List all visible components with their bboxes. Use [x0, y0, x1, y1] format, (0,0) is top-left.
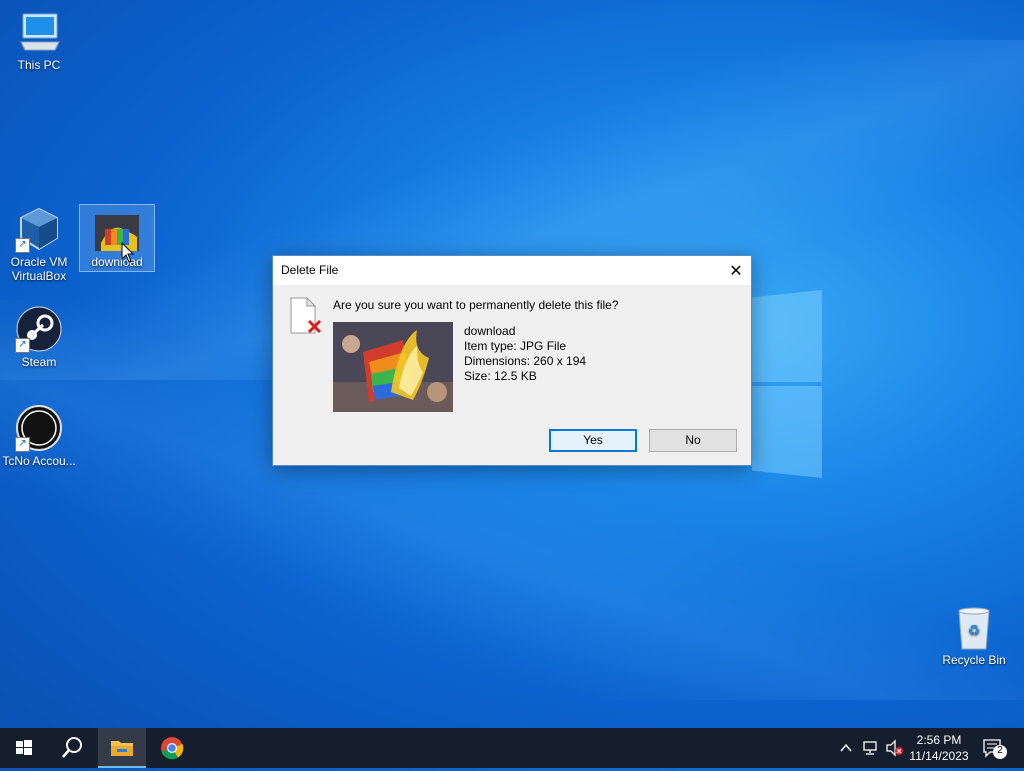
tcno-icon: ↗ — [15, 404, 63, 452]
volume-muted-icon[interactable] — [885, 739, 905, 757]
taskbar-file-explorer[interactable] — [98, 728, 146, 768]
file-dimensions: Dimensions: 260 x 194 — [464, 354, 587, 368]
shortcut-arrow-icon: ↗ — [15, 238, 30, 253]
delete-file-dialog: Delete File ✕ Are you sure you want to p… — [272, 255, 752, 466]
virtualbox-icon: ↗ — [15, 205, 63, 253]
mouse-cursor-icon — [121, 241, 135, 267]
file-thumbnail — [333, 322, 453, 412]
desktop-icon-this-pc[interactable]: This PC — [2, 8, 76, 72]
notification-count-badge: 2 — [997, 745, 1003, 756]
no-button-label: No — [685, 433, 701, 447]
clock-date: 11/14/2023 — [909, 749, 969, 763]
folder-icon — [111, 741, 133, 756]
file-info: download Item type: JPG File Dimensions:… — [464, 324, 586, 384]
desktop-icon-label: download — [91, 255, 143, 269]
desktop-icon-label: Steam — [21, 355, 57, 369]
taskbar: 2:56 PM 11/14/2023 2 — [0, 728, 1024, 768]
desktop-icon-label: This PC — [17, 58, 61, 72]
desktop-icon-recycle-bin[interactable]: ♻ Recycle Bin — [937, 603, 1011, 667]
file-name: download — [464, 324, 516, 338]
wallpaper-windows-logo — [752, 290, 822, 480]
clock[interactable]: 2:56 PM 11/14/2023 — [906, 731, 972, 765]
desktop-icon-tcno[interactable]: ↗ TcNo Accou... — [2, 404, 76, 468]
search-button[interactable] — [48, 728, 96, 768]
start-button[interactable] — [0, 728, 48, 768]
desktop-icon-virtualbox[interactable]: ↗ Oracle VM VirtualBox — [2, 205, 76, 283]
desktop-icon-label: Oracle VM VirtualBox — [10, 255, 68, 283]
windows-start-icon — [16, 740, 32, 755]
desktop-icon-label: TcNo Accou... — [2, 454, 76, 468]
taskbar-chrome[interactable] — [148, 728, 196, 768]
shortcut-arrow-icon: ↗ — [15, 437, 30, 452]
chrome-icon — [161, 737, 184, 760]
desktop-icon-download[interactable]: download — [79, 204, 155, 272]
no-button[interactable]: No — [649, 429, 737, 452]
clock-time: 2:56 PM — [916, 733, 962, 747]
steam-icon: ↗ — [15, 305, 63, 353]
network-icon[interactable] — [862, 739, 880, 757]
yes-button[interactable]: Yes — [549, 429, 637, 452]
dialog-title-bar[interactable]: Delete File ✕ — [273, 256, 751, 285]
search-icon — [62, 737, 82, 758]
action-center-notification-icon[interactable]: 2 — [982, 738, 1010, 760]
this-pc-icon — [15, 8, 63, 56]
dialog-title: Delete File — [281, 263, 339, 277]
close-icon[interactable]: ✕ — [721, 256, 751, 285]
show-hidden-icons-chevron-up-icon[interactable] — [838, 740, 854, 756]
svg-text:♻: ♻ — [968, 623, 981, 639]
delete-file-icon — [289, 296, 323, 337]
yes-button-label: Yes — [583, 433, 603, 447]
shortcut-arrow-icon: ↗ — [15, 338, 30, 353]
desktop-icon-steam[interactable]: ↗ Steam — [2, 305, 76, 369]
file-type: Item type: JPG File — [464, 339, 567, 353]
file-size: Size: 12.5 KB — [464, 369, 537, 383]
recycle-bin-icon: ♻ — [950, 603, 998, 651]
desktop-icon-label: Recycle Bin — [942, 653, 1006, 667]
confirm-question: Are you sure you want to permanently del… — [333, 298, 619, 312]
